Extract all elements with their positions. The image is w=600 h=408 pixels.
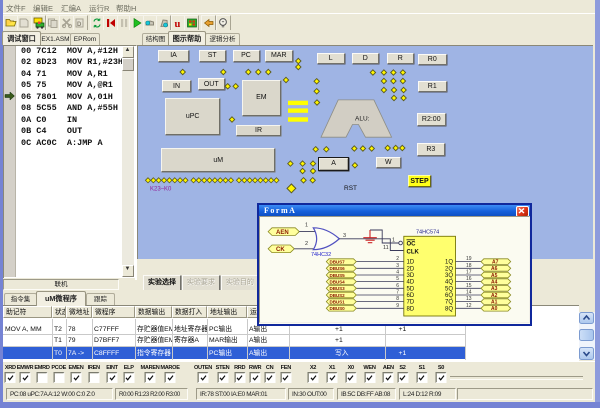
svg-text:17: 17 xyxy=(466,270,472,276)
svg-text:2Q: 2Q xyxy=(445,266,453,272)
svg-text:CLK: CLK xyxy=(407,250,420,256)
svg-text:3D: 3D xyxy=(407,273,415,279)
svg-text:A2: A2 xyxy=(491,293,498,299)
svg-text:7Q: 7Q xyxy=(445,300,453,306)
svg-text:A0: A0 xyxy=(491,306,498,312)
svg-text:2: 2 xyxy=(305,241,308,247)
svg-text:6D: 6D xyxy=(407,293,415,299)
svg-text:5Q: 5Q xyxy=(445,286,453,292)
svg-text:DBUS2: DBUS2 xyxy=(330,293,346,298)
svg-text:6Q: 6Q xyxy=(445,293,453,299)
svg-text:8Q: 8Q xyxy=(445,306,453,312)
svg-text:4D: 4D xyxy=(407,280,415,286)
svg-text:16: 16 xyxy=(466,276,472,282)
svg-text:A3: A3 xyxy=(491,286,498,292)
svg-text:8: 8 xyxy=(396,296,399,302)
svg-text:8D: 8D xyxy=(407,306,415,312)
svg-text:1Q: 1Q xyxy=(445,260,453,266)
svg-text:CK: CK xyxy=(276,247,285,253)
svg-text:DBUS6: DBUS6 xyxy=(330,266,346,271)
svg-text:5: 5 xyxy=(396,276,399,282)
svg-text:2D: 2D xyxy=(407,266,415,272)
svg-text:D: D xyxy=(77,22,82,28)
svg-text:9: 9 xyxy=(396,303,399,309)
svg-text:A5: A5 xyxy=(491,273,498,279)
svg-text:3: 3 xyxy=(343,233,346,239)
svg-text:19: 19 xyxy=(466,256,472,262)
svg-text:DBUS0: DBUS0 xyxy=(330,306,346,311)
svg-text:7D: 7D xyxy=(407,300,415,306)
svg-text:OC: OC xyxy=(407,242,417,248)
svg-text:7: 7 xyxy=(396,290,399,296)
svg-text:4Q: 4Q xyxy=(445,280,453,286)
svg-text:3: 3 xyxy=(396,263,399,269)
svg-text:6: 6 xyxy=(396,283,399,289)
svg-text:A4: A4 xyxy=(491,279,498,285)
svg-text:DBUS4: DBUS4 xyxy=(330,279,346,284)
svg-text:74HC574: 74HC574 xyxy=(416,230,439,236)
svg-text:12: 12 xyxy=(466,303,472,309)
svg-text:A6: A6 xyxy=(491,266,498,272)
svg-text:74HC32: 74HC32 xyxy=(311,252,331,258)
svg-text:5D: 5D xyxy=(407,286,415,292)
svg-text:A7: A7 xyxy=(492,259,499,265)
svg-text:3Q: 3Q xyxy=(445,273,453,279)
svg-text:14: 14 xyxy=(466,290,472,296)
svg-text:1D: 1D xyxy=(407,260,415,266)
svg-text:2: 2 xyxy=(396,256,399,262)
svg-text:DBUS7: DBUS7 xyxy=(330,259,346,264)
svg-text:u: u xyxy=(175,19,181,29)
svg-text:11: 11 xyxy=(383,245,389,251)
svg-text:18: 18 xyxy=(466,263,472,269)
svg-text:1: 1 xyxy=(305,223,308,229)
svg-text:15: 15 xyxy=(466,283,472,289)
svg-text:DBUS3: DBUS3 xyxy=(330,286,346,291)
svg-text:13: 13 xyxy=(466,296,472,302)
svg-text:AEN: AEN xyxy=(276,230,289,236)
svg-text:1: 1 xyxy=(392,238,395,244)
svg-text:4: 4 xyxy=(396,270,399,276)
svg-text:A1: A1 xyxy=(491,299,498,305)
svg-text:DBUS5: DBUS5 xyxy=(330,273,346,278)
svg-text:DBUS1: DBUS1 xyxy=(330,299,346,304)
